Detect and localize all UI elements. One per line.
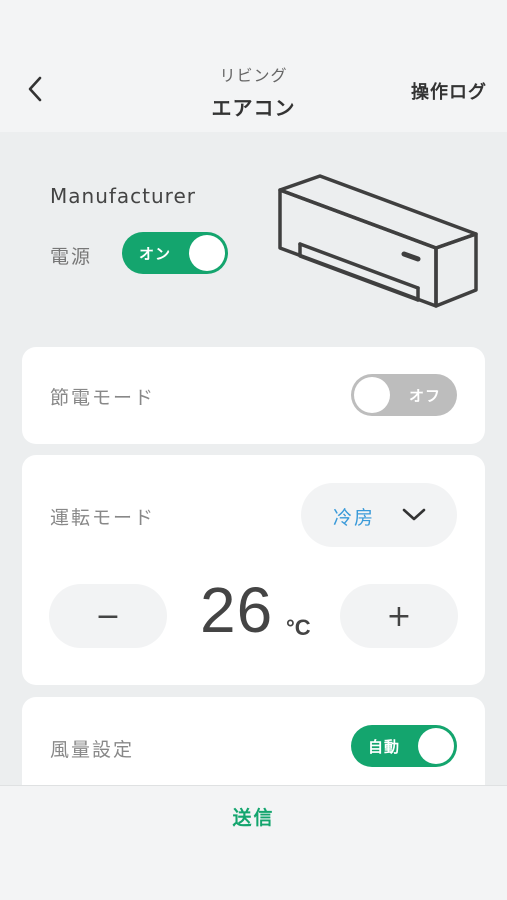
chevron-down-icon bbox=[402, 508, 426, 521]
toggle-knob bbox=[418, 728, 454, 764]
increase-temp-button[interactable]: + bbox=[340, 584, 458, 648]
power-toggle[interactable]: オン bbox=[122, 232, 228, 274]
operation-mode-label: 運転モード bbox=[50, 507, 156, 529]
operation-mode-card: 運転モード 冷房 − 26 °C + bbox=[22, 455, 485, 685]
header: リビング エアコン 操作ログ bbox=[0, 0, 507, 132]
temperature-value: 26 bbox=[200, 574, 274, 646]
mode-value: 冷房 bbox=[333, 507, 376, 529]
airflow-toggle-label: 自動 bbox=[368, 738, 401, 756]
footer-bar: 送信 bbox=[0, 785, 507, 900]
eco-mode-card: 節電モード オフ bbox=[22, 347, 485, 444]
operation-log-link[interactable]: 操作ログ bbox=[411, 78, 487, 104]
mode-select[interactable]: 冷房 bbox=[301, 483, 457, 547]
power-label: 電源 bbox=[50, 246, 93, 268]
power-toggle-label: オン bbox=[139, 245, 172, 263]
toggle-knob bbox=[189, 235, 225, 271]
airflow-toggle[interactable]: 自動 bbox=[351, 725, 457, 767]
manufacturer-label: Manufacturer bbox=[50, 184, 196, 208]
eco-mode-label: 節電モード bbox=[50, 387, 156, 409]
eco-mode-toggle[interactable]: オフ bbox=[351, 374, 457, 416]
airflow-label: 風量設定 bbox=[50, 739, 135, 761]
air-conditioner-icon bbox=[278, 174, 478, 308]
toggle-knob bbox=[354, 377, 390, 413]
temperature-unit: °C bbox=[286, 615, 311, 640]
decrease-temp-button[interactable]: − bbox=[49, 584, 167, 648]
send-button[interactable]: 送信 bbox=[0, 803, 507, 830]
eco-toggle-label: オフ bbox=[408, 387, 441, 405]
